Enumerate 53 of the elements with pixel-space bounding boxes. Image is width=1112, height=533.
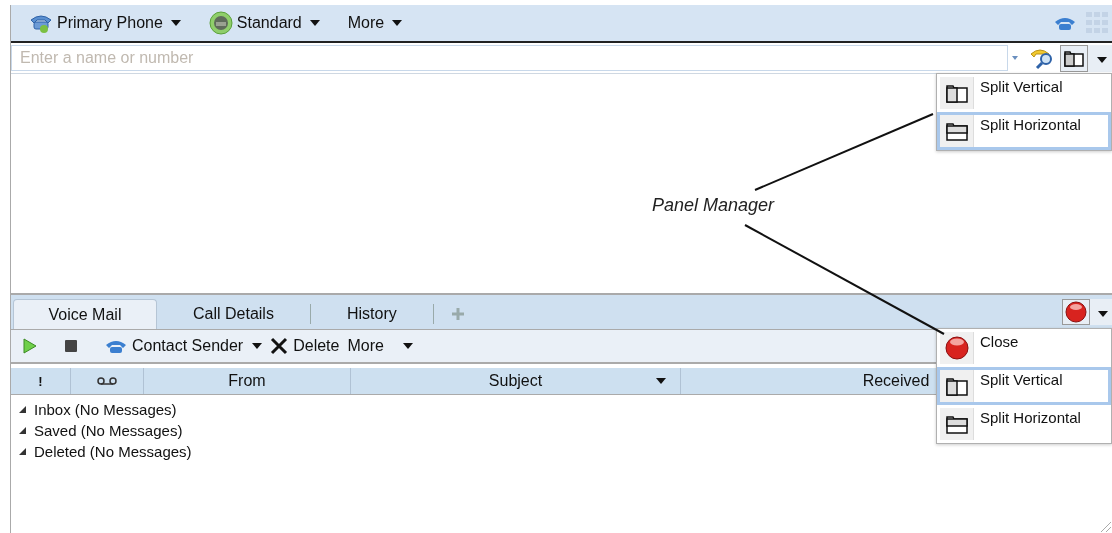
menu-item[interactable]: Split Horizontal xyxy=(937,405,1111,443)
close-icon xyxy=(1065,301,1087,323)
delete-button[interactable]: Delete xyxy=(270,337,340,355)
close-icon xyxy=(944,336,969,360)
split-vertical-button[interactable] xyxy=(1060,44,1088,72)
caret-icon xyxy=(1097,56,1107,63)
tab[interactable]: Voice Mail xyxy=(13,299,157,329)
menu-item[interactable]: Close xyxy=(937,329,1111,367)
caret-icon xyxy=(392,20,403,26)
split-horizontal-icon xyxy=(945,121,968,141)
expand-toggle[interactable] xyxy=(19,448,26,455)
mode-button[interactable]: Standard xyxy=(208,11,320,35)
menu-item[interactable]: Split Vertical xyxy=(937,367,1111,405)
menu-item[interactable]: Split Horizontal xyxy=(937,112,1111,150)
expand-toggle[interactable] xyxy=(19,406,26,413)
column-header[interactable]: Subject xyxy=(351,368,681,394)
phone-status-icon xyxy=(209,11,233,35)
expand-toggle[interactable] xyxy=(19,427,26,434)
delete-icon xyxy=(270,337,288,355)
menu-item[interactable]: Split Vertical xyxy=(937,74,1111,112)
folder-label[interactable]: Deleted (No Messages) xyxy=(34,443,192,460)
close-panel-button[interactable] xyxy=(1062,299,1090,325)
caret-icon xyxy=(252,343,263,349)
more-button[interactable]: More xyxy=(347,14,403,32)
phone-icon[interactable] xyxy=(1054,15,1076,31)
split-vertical-icon xyxy=(1064,51,1084,67)
column-header[interactable]: ! xyxy=(11,368,71,394)
contact-sender-button[interactable]: Contact Sender xyxy=(105,337,263,355)
caret-icon xyxy=(1098,310,1108,317)
dropdown-caret-icon[interactable] xyxy=(1012,56,1018,60)
search-field[interactable]: Enter a name or number xyxy=(11,45,1008,71)
tab[interactable]: Call Details xyxy=(157,299,310,329)
sort-caret-icon xyxy=(656,378,666,384)
resize-grip-icon[interactable] xyxy=(1098,519,1112,533)
folder-label[interactable]: Saved (No Messages) xyxy=(34,422,183,439)
phone-icon xyxy=(30,15,52,33)
column-header[interactable]: From xyxy=(144,368,351,394)
caret-icon xyxy=(170,20,181,26)
play-icon[interactable] xyxy=(23,338,37,354)
tab[interactable]: History xyxy=(310,299,433,329)
phone-icon xyxy=(106,341,126,353)
caret-icon xyxy=(402,343,413,349)
annotation-label: Panel Manager xyxy=(652,195,775,216)
split-vertical-icon xyxy=(945,376,968,396)
split-horizontal-icon xyxy=(945,414,968,434)
split-vertical-icon xyxy=(945,83,968,103)
caret-icon xyxy=(309,20,320,26)
folder-label[interactable]: Inbox (No Messages) xyxy=(34,401,177,418)
more-button[interactable]: More xyxy=(347,337,413,355)
dropdown-button[interactable] xyxy=(1090,299,1112,325)
primary-phone-button[interactable]: Primary Phone xyxy=(29,12,181,34)
dropdown-button[interactable] xyxy=(1088,44,1112,72)
voicemail-icon xyxy=(97,377,117,385)
